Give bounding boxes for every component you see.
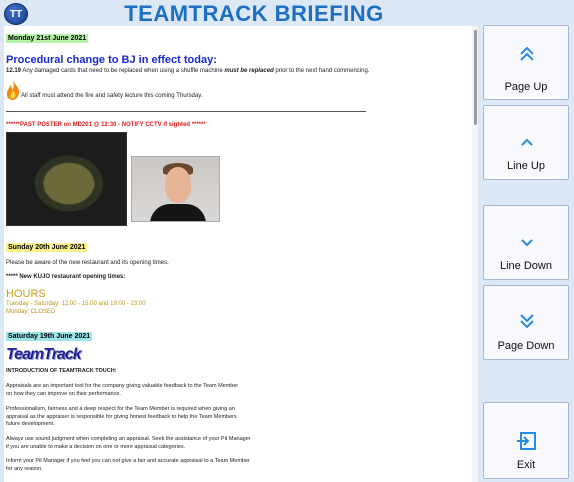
hours-title: HOURS <box>6 288 46 300</box>
fire-icon <box>6 80 20 100</box>
page-down-label: Page Down <box>497 340 555 352</box>
rule-body: Any damaged cards that need to be replac… <box>22 68 223 74</box>
double-chevron-up-icon <box>520 46 534 61</box>
scrollbar-thumb[interactable] <box>474 30 477 125</box>
rule-number: 12.19 <box>6 68 22 74</box>
hours-line: Monday: CLOSED <box>6 309 56 316</box>
paragraph: ***** New KUJO restaurant opening times: <box>6 274 126 280</box>
paragraph: Professionalism, fairness and a deep res… <box>6 405 237 428</box>
teamtrack-logo-icon: TT <box>4 3 28 25</box>
photo-row <box>6 130 468 228</box>
chevron-down-icon <box>521 239 533 247</box>
exit-label: Exit <box>516 459 536 471</box>
person-photo <box>131 156 220 222</box>
line-up-button[interactable]: Line Up <box>483 105 569 180</box>
paragraph: Please be aware of the new restaurant an… <box>6 260 169 266</box>
paragraph: Always use sound judgment when completin… <box>6 435 251 450</box>
fire-notice: All staff must attend the fire and safet… <box>6 80 468 107</box>
divider <box>6 111 366 112</box>
teamtrack-wordmark: TeamTrack <box>6 345 82 363</box>
hours-line: Tuesday - Saturday: 12:00 - 15:00 and 19… <box>6 301 146 307</box>
paragraph: Appraisals are an important tool for the… <box>6 383 239 398</box>
rule-end: prior to the next hand commencing. <box>275 68 370 74</box>
line-down-button[interactable]: Line Down <box>483 205 569 280</box>
line-up-label: Line Up <box>507 160 545 172</box>
section-heading: Procedural change to BJ in effect today: <box>6 54 217 66</box>
exit-button[interactable]: Exit <box>483 402 569 479</box>
date-badge: Saturday 19th June 2021 <box>6 331 93 341</box>
page-up-label: Page Up <box>504 81 548 93</box>
page-title: TEAMTRACK BRIEFING <box>124 1 384 26</box>
rule-text: 12.19 Any damaged cards that need to be … <box>6 68 468 74</box>
paragraph: Inform your Pit Manager if you feel you … <box>6 458 250 472</box>
page-down-button[interactable]: Page Down <box>483 285 569 360</box>
rule-emphasis: must be replaced <box>224 68 274 74</box>
scrollbar[interactable] <box>472 26 478 482</box>
page-up-button[interactable]: Page Up <box>483 25 569 100</box>
casino-table-photo <box>6 132 127 226</box>
fire-text: All staff must attend the fire and safet… <box>21 93 203 99</box>
exit-icon <box>517 432 536 450</box>
briefing-content: Monday 21st June 2021 Procedural change … <box>6 26 468 474</box>
alert-text: ******PAST POSTER on MD201 @ 12:30 - NOT… <box>6 122 206 128</box>
intro-heading: INTRODUCTION OF TEAMTRACK TOUCH: <box>6 367 117 374</box>
date-badge: Sunday 20th June 2021 <box>6 243 88 252</box>
chevron-up-icon <box>521 138 533 146</box>
date-badge: Monday 21st June 2021 <box>6 34 89 43</box>
briefing-panel[interactable]: Monday 21st June 2021 Procedural change … <box>4 26 478 482</box>
header: TT TEAMTRACK BRIEFING <box>0 0 574 26</box>
double-chevron-down-icon <box>520 314 534 329</box>
line-down-label: Line Down <box>500 260 552 272</box>
